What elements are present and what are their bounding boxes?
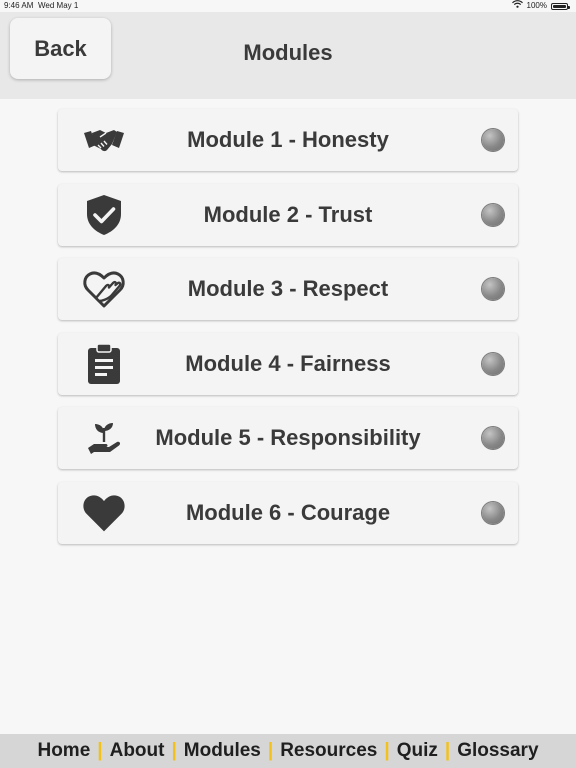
footer-link-glossary[interactable]: Glossary [457, 740, 538, 762]
status-bar: 9:46 AM Wed May 1 100% [0, 0, 576, 12]
module-label: Module 5 - Responsibility [155, 425, 421, 451]
battery-icon [551, 2, 570, 10]
module-item-responsibility[interactable]: Module 5 - Responsibility [58, 407, 518, 470]
header: Back Modules [0, 12, 576, 99]
status-dot [482, 501, 504, 524]
footer-separator: | [171, 740, 177, 761]
modules-list: Module 1 - Honesty Module 2 - Trust Modu… [58, 109, 518, 557]
module-label: Module 6 - Courage [185, 499, 391, 525]
status-dot [482, 278, 504, 301]
status-dot [482, 352, 504, 375]
module-item-honesty[interactable]: Module 1 - Honesty [58, 109, 518, 171]
footer-separator: | [267, 740, 274, 761]
status-dot [482, 203, 504, 226]
footer-link-home[interactable]: Home [37, 740, 90, 762]
wifi-icon [511, 0, 523, 12]
module-label: Module 3 - Respect [187, 276, 389, 302]
status-dot [482, 129, 504, 151]
status-time: 9:46 AM [4, 1, 34, 10]
footer-separator: | [384, 740, 390, 761]
status-dot [482, 427, 504, 450]
module-item-trust[interactable]: Module 2 - Trust [58, 183, 518, 246]
module-label: Module 4 - Fairness [185, 350, 391, 376]
footer-nav: Home | About | Modules | Resources | Qui… [0, 734, 576, 768]
footer-link-about[interactable]: About [110, 740, 165, 762]
page-title: Modules [243, 40, 333, 65]
module-item-fairness[interactable]: Module 4 - Fairness [58, 332, 518, 395]
footer-separator: | [444, 740, 451, 761]
footer-link-quiz[interactable]: Quiz [397, 740, 438, 762]
status-indicators: 100% [511, 0, 570, 12]
footer-separator: | [97, 740, 103, 761]
module-label: Module 2 - Trust [203, 201, 373, 227]
footer-link-modules[interactable]: Modules [184, 740, 261, 762]
module-label: Module 1 - Honesty [187, 127, 389, 152]
module-item-respect[interactable]: Module 3 - Respect [58, 258, 518, 321]
battery-percent: 100% [526, 1, 547, 10]
footer-link-resources[interactable]: Resources [280, 740, 377, 762]
status-date: Wed May 1 [38, 1, 79, 10]
module-item-courage[interactable]: Module 6 - Courage [58, 481, 518, 544]
